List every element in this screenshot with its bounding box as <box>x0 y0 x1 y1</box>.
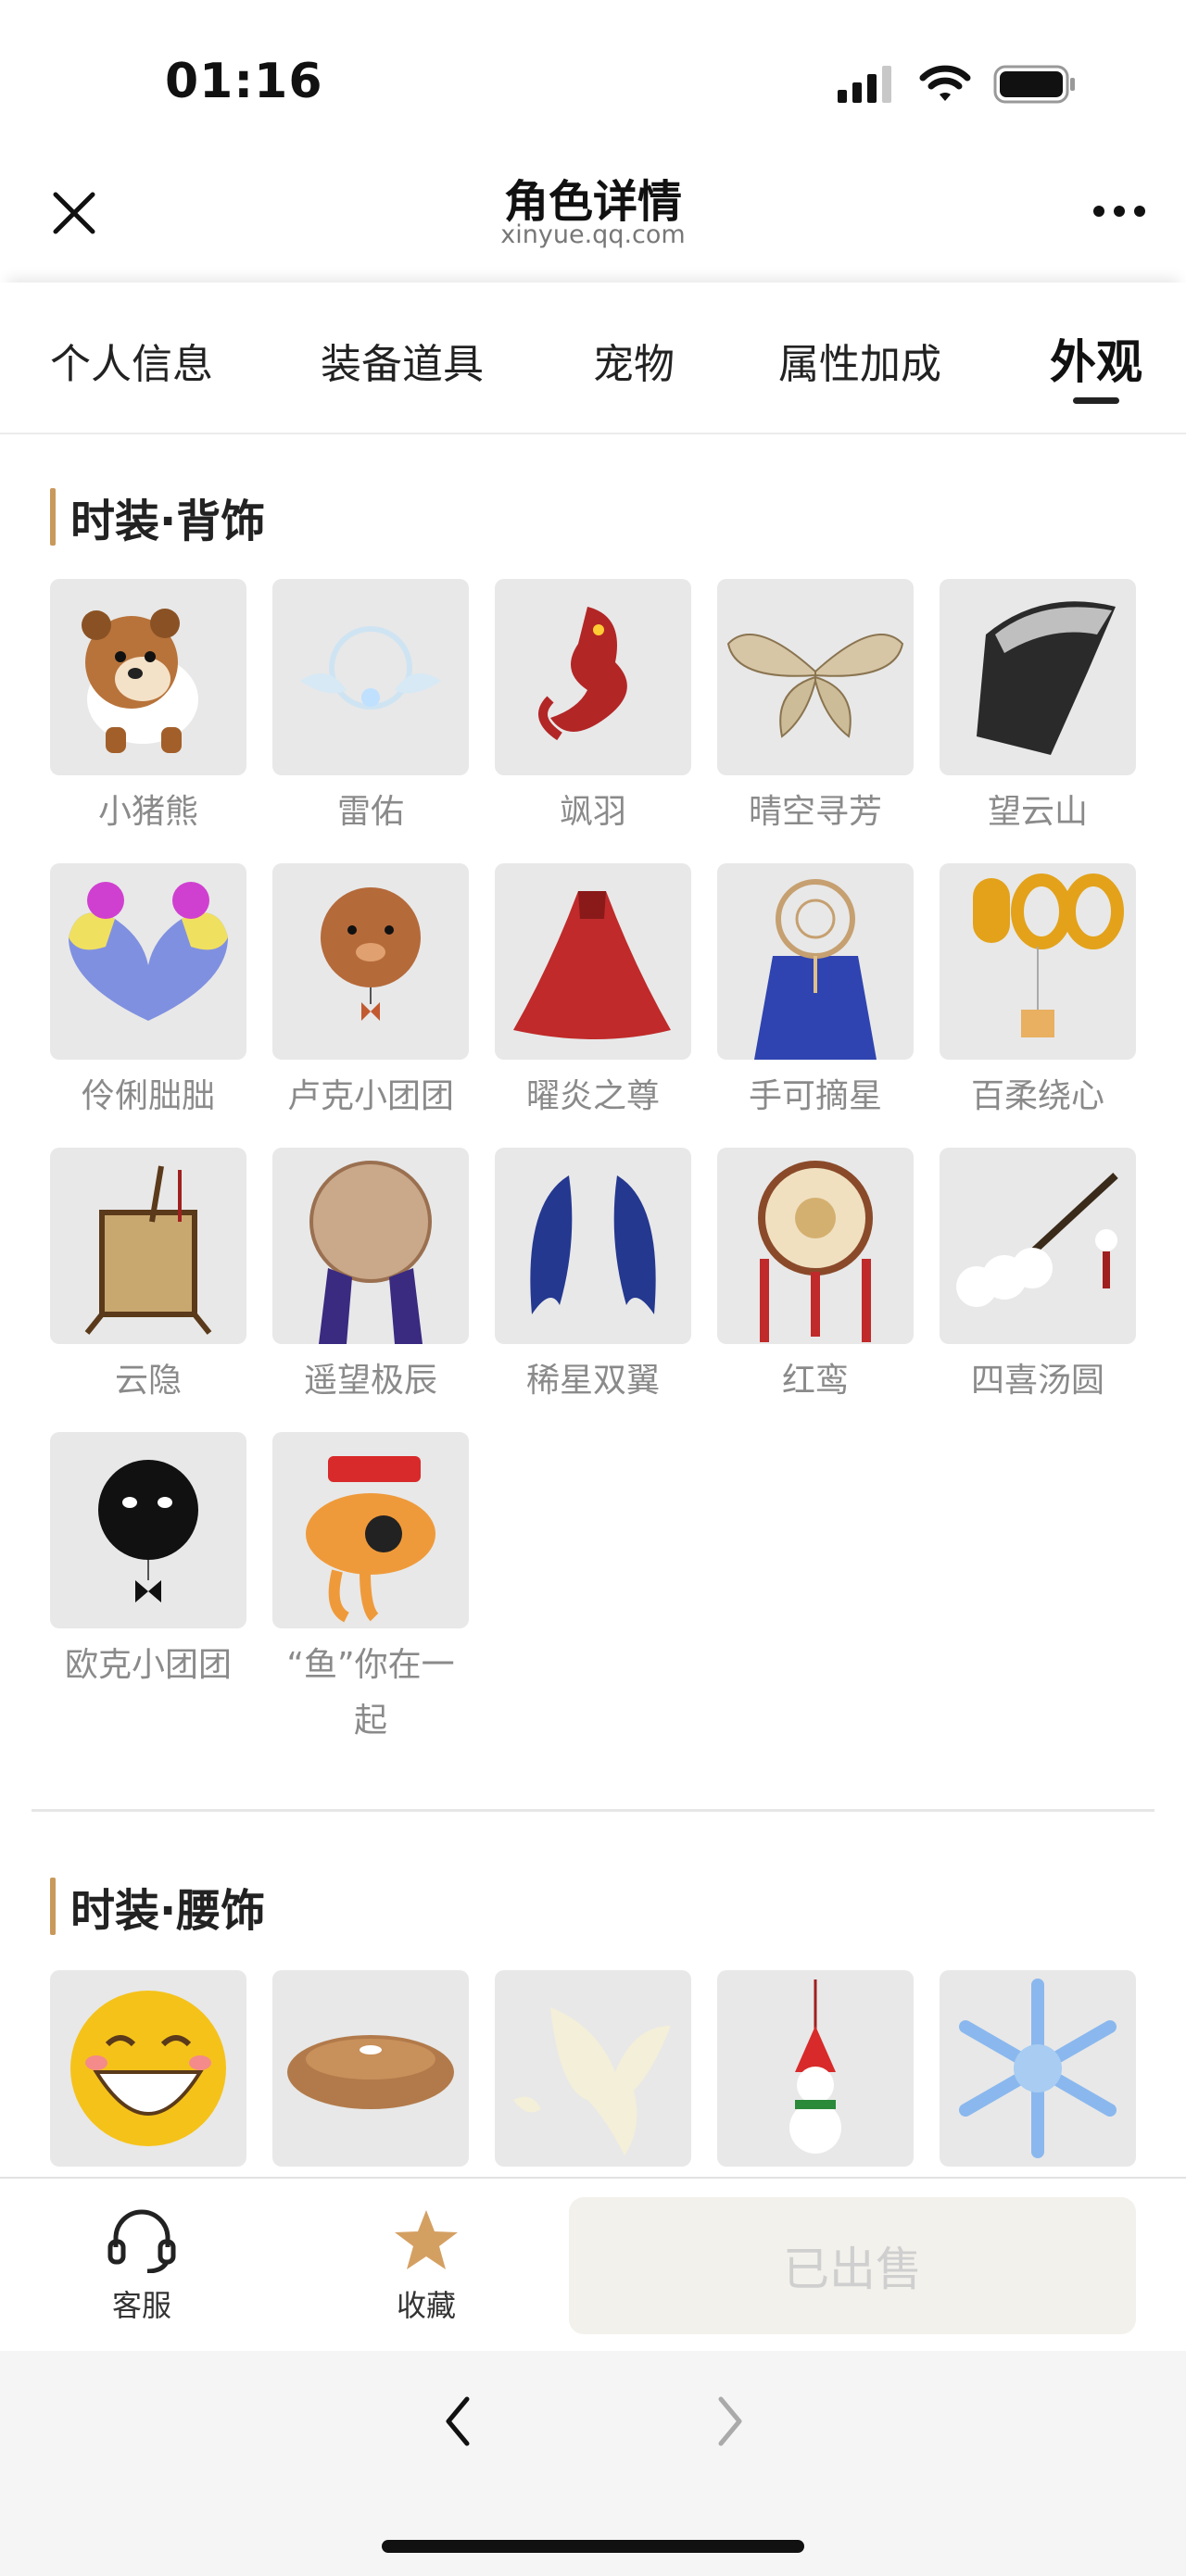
waist-item-snowflake[interactable] <box>940 1970 1136 2167</box>
item-xixingshuangyi[interactable]: 稀星双翼 <box>495 1148 691 1409</box>
item-label: 欧克小团团 <box>64 1646 232 1684</box>
item-label: 伶俐朏朏 <box>81 1077 215 1115</box>
item-image <box>50 1148 246 1344</box>
item-yuniizaiyiqi[interactable]: “鱼”你在一起 <box>272 1432 469 1749</box>
item-yaoyanzhizun[interactable]: 曜炎之尊 <box>495 863 691 1125</box>
waist-item-snowman[interactable] <box>717 1970 914 2167</box>
item-image <box>495 863 691 1060</box>
item-label: “鱼”你在一起 <box>286 1646 455 1740</box>
item-image <box>495 1148 691 1344</box>
item-image <box>50 1432 246 1628</box>
item-image <box>940 863 1136 1060</box>
section-title-back: 时装·背饰 <box>50 487 265 547</box>
tab-equipment[interactable]: 装备道具 <box>321 331 484 390</box>
status-bar: 01:16 <box>0 0 1186 148</box>
item-label: 手可摘星 <box>748 1077 882 1115</box>
customer-service-label: 客服 <box>111 2288 171 2323</box>
item-label: 百柔绕心 <box>970 1077 1104 1115</box>
item-sayu[interactable]: 飒羽 <box>495 579 691 840</box>
wifi-icon <box>919 65 971 101</box>
star-icon <box>395 2210 458 2269</box>
item-image <box>717 1970 914 2167</box>
active-tab-indicator <box>1073 397 1119 404</box>
item-image <box>717 863 914 1060</box>
section-title-waist: 时装·腰饰 <box>50 1877 266 1937</box>
item-image <box>495 579 691 775</box>
item-image <box>717 579 914 775</box>
section-title-text: 时装·腰饰 <box>70 1885 266 1937</box>
tab-pets[interactable]: 宠物 <box>593 331 675 390</box>
item-image <box>717 1148 914 1344</box>
item-label: 红鸾 <box>781 1362 849 1400</box>
status-time: 01:16 <box>165 54 323 109</box>
bottom-action-bar: 客服 收藏 已出售 <box>0 2177 1186 2353</box>
battery-icon <box>993 65 1075 104</box>
item-wangyunshan[interactable]: 望云山 <box>940 579 1136 840</box>
item-bairourouxin[interactable]: 百柔绕心 <box>940 863 1136 1125</box>
customer-service-button[interactable]: 客服 <box>68 2206 216 2325</box>
item-label: 稀星双翼 <box>525 1362 660 1400</box>
item-label: 小猪熊 <box>97 793 198 831</box>
section-accent-bar <box>50 1878 56 1935</box>
item-yaowangjichen[interactable]: 遥望极辰 <box>272 1148 469 1409</box>
cellular-signal-icon <box>838 66 891 103</box>
item-label: 雷佑 <box>336 793 404 831</box>
item-image <box>272 1432 469 1628</box>
item-image <box>50 1970 246 2167</box>
item-label: 卢克小团团 <box>286 1077 454 1115</box>
item-label: 四喜汤圆 <box>970 1362 1104 1400</box>
forward-arrow-icon[interactable] <box>712 2392 749 2451</box>
section-accent-bar <box>50 488 56 546</box>
status-icons <box>838 65 1077 104</box>
item-lukexiaotuantuan[interactable]: 卢克小团团 <box>272 863 469 1125</box>
item-label: 望云山 <box>987 793 1088 831</box>
item-qingkongxunfang[interactable]: 晴空寻芳 <box>717 579 914 840</box>
tab-personal-info[interactable]: 个人信息 <box>50 331 213 390</box>
favorite-button[interactable]: 收藏 <box>352 2206 500 2325</box>
item-label: 云隐 <box>114 1362 182 1400</box>
item-leiyou[interactable]: 雷佑 <box>272 579 469 840</box>
tab-attributes[interactable]: 属性加成 <box>778 331 941 390</box>
item-linglifeifei[interactable]: 伶俐朏朏 <box>50 863 246 1125</box>
item-oukexiaotuantuan[interactable]: 欧克小团团 <box>50 1432 246 1693</box>
item-image <box>940 1970 1136 2167</box>
item-image <box>50 579 246 775</box>
item-yunyin[interactable]: 云隐 <box>50 1148 246 1409</box>
waist-item-disc[interactable] <box>272 1970 469 2167</box>
item-image <box>272 1148 469 1344</box>
item-label: 晴空寻芳 <box>748 793 882 831</box>
item-label: 遥望极辰 <box>303 1362 437 1400</box>
navigation-bar: 角色详情 xinyue.qq.com <box>0 148 1186 269</box>
waist-item-smiley[interactable] <box>50 1970 246 2167</box>
item-xiaozhuxiong[interactable]: 小猪熊 <box>50 579 246 840</box>
item-sixitangyuan[interactable]: 四喜汤圆 <box>940 1148 1136 1409</box>
item-label: 飒羽 <box>559 793 626 831</box>
page-domain: xinyue.qq.com <box>500 220 686 249</box>
item-image <box>940 1148 1136 1344</box>
section-divider <box>32 1809 1154 1812</box>
section-title-text: 时装·背饰 <box>70 496 266 547</box>
headset-icon <box>107 2209 176 2274</box>
item-shoukezhaixing[interactable]: 手可摘星 <box>717 863 914 1125</box>
waist-item-white-bird[interactable] <box>495 1970 691 2167</box>
item-image <box>940 579 1136 775</box>
item-hongluan[interactable]: 红鸾 <box>717 1148 914 1409</box>
item-image <box>272 579 469 775</box>
more-options-icon[interactable] <box>1090 200 1149 222</box>
item-image <box>495 1970 691 2167</box>
favorite-label: 收藏 <box>396 2288 456 2323</box>
category-tabs: 个人信息 装备道具 宠物 属性加成 外观 <box>0 283 1186 434</box>
item-image <box>272 863 469 1060</box>
item-label: 曜炎之尊 <box>525 1077 660 1115</box>
tab-appearance[interactable]: 外观 <box>1050 325 1142 392</box>
home-indicator <box>382 2540 804 2553</box>
item-image <box>272 1970 469 2167</box>
item-image <box>50 863 246 1060</box>
sold-button[interactable]: 已出售 <box>569 2197 1136 2334</box>
back-arrow-icon[interactable] <box>439 2392 476 2451</box>
